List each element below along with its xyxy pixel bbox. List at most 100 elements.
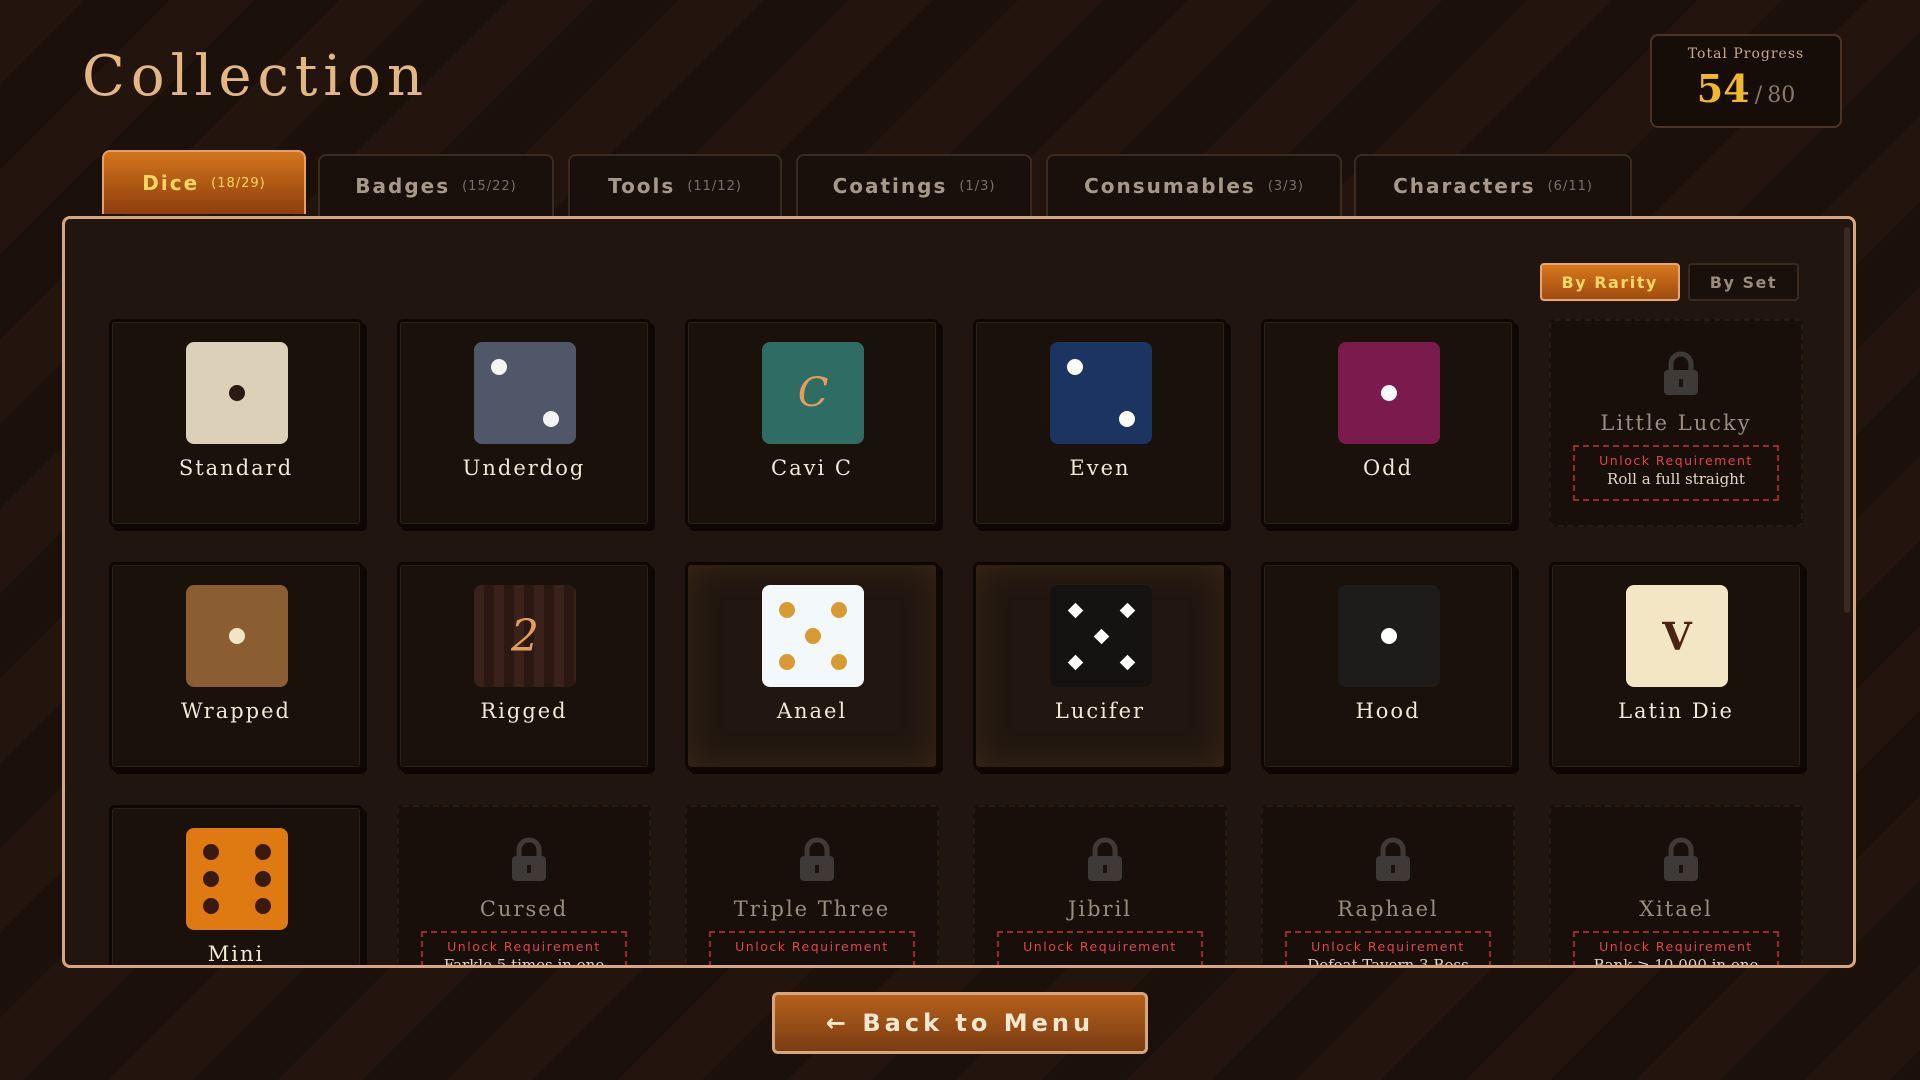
lock-icon (1376, 837, 1410, 881)
dice-card-even[interactable]: Even (973, 319, 1227, 527)
unlock-requirement-box: Unlock Requirement Bank ≥ 10,000 in one (1573, 931, 1779, 968)
sort-by-rarity-button[interactable]: By Rarity (1539, 263, 1680, 301)
unlock-requirement-label: Unlock Requirement (735, 939, 889, 954)
lock-icon (1088, 837, 1122, 881)
die-pip (779, 602, 795, 618)
progress-total: 80 (1767, 83, 1796, 108)
die-face-icon: V (1626, 585, 1728, 687)
die-face-icon (1050, 342, 1152, 444)
die-face-icon (1338, 342, 1440, 444)
die-face-icon (186, 828, 288, 930)
sort-toggle: By Rarity By Set (1539, 263, 1799, 301)
unlock-requirement-text: Farkle 5 times in one (443, 956, 605, 968)
dice-name: Raphael (1337, 897, 1439, 921)
dice-card-xitael[interactable]: Xitael Unlock Requirement Bank ≥ 10,000 in… (1549, 805, 1803, 968)
dice-name: Mini (207, 942, 265, 966)
dice-card-odd[interactable]: Odd (1261, 319, 1515, 527)
dice-card-standard[interactable]: Standard (109, 319, 363, 527)
lock-icon (800, 837, 834, 881)
die-pip (229, 628, 245, 644)
sort-by-set-button[interactable]: By Set (1687, 263, 1799, 301)
dice-name: Little Lucky (1600, 411, 1752, 435)
die-pip (203, 844, 219, 860)
die-pip (1381, 385, 1397, 401)
die-diamond-pip (1093, 628, 1109, 644)
collection-panel: By Rarity By Set Standard Underdog C Cavi C… (62, 216, 1856, 968)
dice-card-cursed[interactable]: Cursed Unlock Requirement Farkle 5 times i… (397, 805, 651, 968)
dice-card-raphael[interactable]: Raphael Unlock Requirement Defeat Tavern 3… (1261, 805, 1515, 965)
total-progress-panel: Total Progress 54 / 80 (1650, 34, 1842, 128)
page-title: Collection (82, 44, 430, 109)
die-pip (203, 898, 219, 914)
dice-card-underdog[interactable]: Underdog (397, 319, 651, 527)
dice-card-lucifer[interactable]: Lucifer (973, 562, 1227, 770)
dice-name: Anael (776, 699, 848, 723)
die-diamond-pip (1067, 654, 1083, 670)
tab-label: Dice (142, 171, 200, 195)
unlock-requirement-label: Unlock Requirement (1599, 939, 1753, 954)
tab-label: Badges (355, 174, 451, 198)
dice-name: Even (1069, 456, 1131, 480)
tab-count: (11/12) (687, 178, 742, 194)
unlock-requirement-label: Unlock Requirement (447, 939, 601, 954)
unlock-requirement-label: Unlock Requirement (1311, 939, 1465, 954)
dice-name: Cursed (479, 897, 569, 921)
die-face-icon (1050, 585, 1152, 687)
dice-card-cavi-c[interactable]: C Cavi C (685, 319, 939, 527)
dice-name: Cavi C (771, 456, 853, 480)
tab-coatings[interactable]: Coatings (1/3) (796, 154, 1032, 216)
dice-card-triple-three[interactable]: Triple Three Unlock Requirement (685, 805, 939, 965)
unlock-requirement-label: Unlock Requirement (1599, 453, 1753, 468)
tab-count: (3/3) (1267, 178, 1304, 194)
dice-name: Rigged (480, 699, 568, 723)
dice-name: Underdog (462, 456, 586, 480)
tab-consumables[interactable]: Consumables (3/3) (1046, 154, 1342, 216)
tab-count: (6/11) (1547, 178, 1593, 194)
die-glyph: V (1662, 613, 1692, 659)
dice-name: Hood (1355, 699, 1421, 723)
tab-tools[interactable]: Tools (11/12) (568, 154, 782, 216)
dice-name: Triple Three (733, 897, 891, 921)
tab-characters[interactable]: Characters (6/11) (1354, 154, 1632, 216)
dice-card-hood[interactable]: Hood (1261, 562, 1515, 770)
dice-name: Standard (178, 456, 294, 480)
dice-name: Jibril (1067, 897, 1133, 921)
dice-card-mini[interactable]: Mini (109, 805, 363, 966)
progress-current: 54 (1696, 66, 1750, 111)
unlock-requirement-label: Unlock Requirement (1023, 939, 1177, 954)
dice-card-latin-die[interactable]: V Latin Die (1549, 562, 1803, 770)
die-face-icon (762, 585, 864, 687)
dice-card-anael[interactable]: Anael (685, 562, 939, 770)
die-pip (1067, 359, 1083, 375)
dice-name: Lucifer (1054, 699, 1146, 723)
die-pip (831, 602, 847, 618)
lock-icon (512, 837, 546, 881)
dice-card-jibril[interactable]: Jibril Unlock Requirement (973, 805, 1227, 965)
dice-name: Wrapped (181, 699, 291, 723)
back-to-menu-button[interactable]: ← Back to Menu (772, 992, 1148, 1054)
tab-label: Tools (608, 174, 676, 198)
die-face-icon: C (762, 342, 864, 444)
die-glyph: 2 (511, 610, 539, 662)
die-face-icon (186, 585, 288, 687)
dice-card-little-lucky[interactable]: Little Lucky Unlock Requirement Roll a ful… (1549, 319, 1803, 527)
tab-label: Coatings (832, 174, 948, 198)
die-face-icon (186, 342, 288, 444)
tab-count: (15/22) (462, 178, 517, 194)
die-pip (203, 871, 219, 887)
tab-label: Characters (1393, 174, 1536, 198)
tab-badges[interactable]: Badges (15/22) (318, 154, 554, 216)
die-pip (1119, 411, 1135, 427)
die-pip (543, 411, 559, 427)
unlock-requirement-box: Unlock Requirement Roll a full straight (1573, 445, 1779, 501)
unlock-requirement-box: Unlock Requirement (997, 931, 1203, 965)
dice-card-rigged[interactable]: 2 Rigged (397, 562, 651, 770)
die-diamond-pip (1067, 602, 1083, 618)
scrollbar[interactable] (1844, 227, 1850, 613)
die-pip (1381, 628, 1397, 644)
tab-count: (18/29) (211, 175, 266, 191)
tab-dice[interactable]: Dice (18/29) (102, 150, 306, 214)
dice-card-wrapped[interactable]: Wrapped (109, 562, 363, 770)
die-pip (805, 628, 821, 644)
unlock-requirement-text: Bank ≥ 10,000 in one (1593, 956, 1759, 968)
